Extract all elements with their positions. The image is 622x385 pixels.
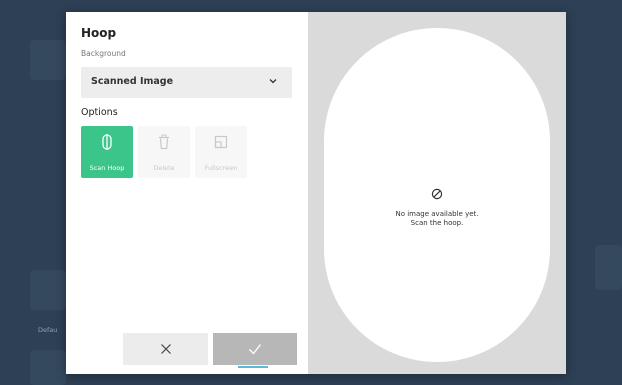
cancel-button[interactable]: [123, 333, 208, 365]
fullscreen-label: Fullscreen: [204, 164, 238, 172]
background-panel: [30, 350, 66, 385]
background-panel: [30, 270, 66, 310]
chevron-down-icon: [269, 79, 277, 84]
settings-panel: Hoop Background Scanned Image Options Sc…: [66, 12, 308, 374]
delete-label: Delete: [153, 164, 175, 172]
background-panel: [30, 40, 66, 80]
background-label: Defau: [38, 326, 58, 334]
preview-message-line2: Scan the hoop.: [410, 219, 464, 227]
background-select[interactable]: Scanned Image: [81, 67, 292, 98]
fullscreen-button[interactable]: Fullscreen: [195, 126, 247, 178]
preview-message: No image available yet. Scan the hoop.: [324, 210, 550, 228]
delete-button[interactable]: Delete: [138, 126, 190, 178]
background-panel: [595, 245, 622, 290]
hoop-preview-panel: No image available yet. Scan the hoop.: [308, 12, 566, 374]
dialog-title: Hoop: [81, 26, 117, 40]
no-image-icon: [431, 188, 443, 200]
options-label: Options: [81, 107, 118, 118]
close-icon: [160, 344, 171, 354]
hoop-preview: No image available yet. Scan the hoop.: [324, 28, 550, 362]
scan-hoop-label: Scan Hoop: [89, 164, 125, 172]
preview-message-line1: No image available yet.: [395, 210, 479, 218]
scan-hoop-icon: [102, 134, 112, 150]
hoop-dialog: Hoop Background Scanned Image Options Sc…: [66, 12, 566, 374]
scroll-indicator: [238, 366, 268, 368]
background-select-value: Scanned Image: [91, 76, 174, 87]
checkmark-icon: [249, 344, 262, 355]
confirm-button[interactable]: [213, 333, 297, 365]
trash-icon: [159, 134, 169, 150]
scan-hoop-button[interactable]: Scan Hoop: [81, 126, 133, 178]
background-label: Background: [81, 49, 126, 58]
fullscreen-icon: [214, 135, 228, 149]
